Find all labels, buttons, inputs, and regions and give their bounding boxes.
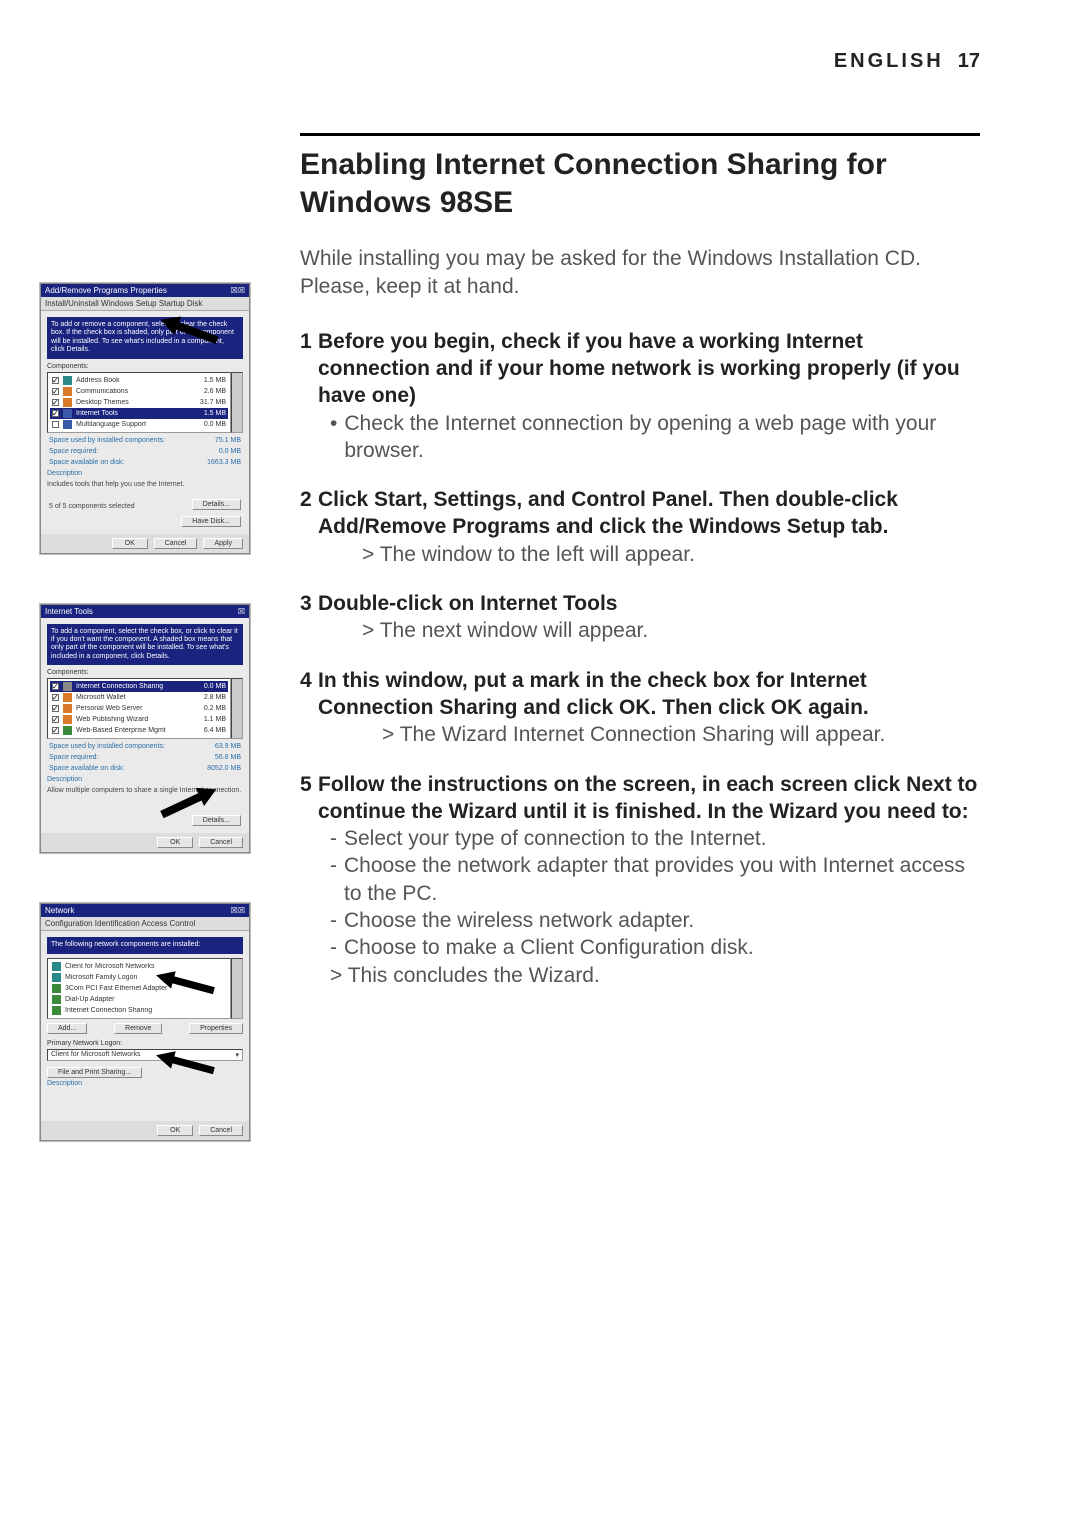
list-item: Multilanguage Support0.0 MB bbox=[50, 419, 228, 430]
step-result: The window to the left will appear. bbox=[300, 541, 980, 568]
step-number: 3 bbox=[300, 590, 318, 617]
components-list: Address Book1.5 MB Communications2.6 MB … bbox=[47, 372, 231, 433]
components-label: Components: bbox=[47, 363, 243, 370]
description-text: Allow multiple computers to share a sing… bbox=[47, 787, 243, 794]
close-icon: ☒ bbox=[238, 607, 245, 616]
close-icon: ☒☒ bbox=[231, 906, 245, 915]
step-4: 4 In this window, put a mark in the chec… bbox=[300, 667, 980, 749]
step-result: The Wizard Internet Connection Sharing w… bbox=[300, 721, 980, 748]
list-item-selected: Internet Connection Sharing0.0 MB bbox=[50, 681, 228, 692]
list-item: Microsoft Wallet2.8 MB bbox=[50, 692, 228, 703]
step-number: 4 bbox=[300, 667, 318, 722]
dialog-titlebar: Add/Remove Programs Properties☒☒ bbox=[41, 284, 249, 297]
step-title: Click Start, Settings, and Control Panel… bbox=[318, 486, 980, 541]
dialog-titlebar: Network☒☒ bbox=[41, 904, 249, 917]
properties-button: Properties bbox=[189, 1023, 243, 1034]
step-3: 3 Double-click on Internet Tools The nex… bbox=[300, 590, 980, 645]
step-bullet: •Check the Internet connection by openin… bbox=[300, 410, 980, 465]
list-item: Address Book1.5 MB bbox=[50, 375, 228, 386]
step-result: The next window will appear. bbox=[300, 617, 980, 644]
scrollbar bbox=[231, 678, 243, 739]
screenshot-column: Add/Remove Programs Properties☒☒ Install… bbox=[40, 133, 270, 1191]
description-label: Description bbox=[47, 1080, 243, 1087]
close-icon: ☒☒ bbox=[231, 286, 245, 295]
list-item: Client for Microsoft Networks bbox=[50, 961, 228, 972]
ok-button: OK bbox=[157, 1125, 193, 1136]
step-result: This concludes the Wizard. bbox=[300, 962, 980, 989]
dialog-tabs: Install/Uninstall Windows Setup Startup … bbox=[41, 297, 249, 311]
list-item: Web-Based Enterprise Mgmt6.4 MB bbox=[50, 725, 228, 736]
step-number: 1 bbox=[300, 328, 318, 410]
apply-button: Apply bbox=[203, 538, 243, 549]
list-item: Dial-Up Adapter bbox=[50, 994, 228, 1005]
cancel-button: Cancel bbox=[199, 1125, 243, 1136]
language-label: ENGLISH bbox=[834, 50, 944, 72]
page-title: Enabling Internet Connection Sharing for… bbox=[300, 146, 980, 221]
title-divider bbox=[300, 133, 980, 136]
ok-button: OK bbox=[157, 837, 193, 848]
step-title: Before you begin, check if you have a wo… bbox=[318, 328, 980, 410]
logon-label: Primary Network Logon: bbox=[47, 1040, 243, 1047]
details-button: Details... bbox=[192, 815, 241, 826]
step-1: 1 Before you begin, check if you have a … bbox=[300, 328, 980, 464]
description-text: Includes tools that help you use the Int… bbox=[47, 481, 243, 488]
thumbnail-network: Network☒☒ Configuration Identification A… bbox=[40, 903, 250, 1140]
list-label: The following network components are ins… bbox=[47, 937, 243, 953]
dialog-instruction: To add a component, select the check box… bbox=[47, 624, 243, 666]
list-item: Web Publishing Wizard1.1 MB bbox=[50, 714, 228, 725]
text-column: Enabling Internet Connection Sharing for… bbox=[300, 133, 980, 1191]
components-list: Internet Connection Sharing0.0 MB Micros… bbox=[47, 678, 231, 739]
ok-button: OK bbox=[112, 538, 148, 549]
step-dash-item: -Choose the wireless network adapter. bbox=[300, 907, 980, 934]
list-item: Internet Connection Sharing bbox=[50, 1005, 228, 1016]
step-dash-item: -Choose the network adapter that provide… bbox=[300, 852, 980, 907]
list-item: Desktop Themes31.7 MB bbox=[50, 397, 228, 408]
list-item-selected: Internet Tools1.5 MB bbox=[50, 408, 228, 419]
remove-button: Remove bbox=[114, 1023, 162, 1034]
scrollbar bbox=[231, 958, 243, 1019]
intro-paragraph: While installing you may be asked for th… bbox=[300, 245, 980, 302]
step-2: 2 Click Start, Settings, and Control Pan… bbox=[300, 486, 980, 568]
scrollbar bbox=[231, 372, 243, 433]
step-title: In this window, put a mark in the check … bbox=[318, 667, 980, 722]
list-item: 3Com PCI Fast Ethernet Adapter bbox=[50, 983, 228, 994]
description-label: Description bbox=[47, 776, 243, 783]
space-stats: Space used by installed components:75.1 … bbox=[47, 437, 243, 466]
network-components-list: Client for Microsoft Networks Microsoft … bbox=[47, 958, 231, 1019]
logon-dropdown: Client for Microsoft Networks▾ bbox=[47, 1049, 243, 1061]
dialog-tabs: Configuration Identification Access Cont… bbox=[41, 917, 249, 931]
thumbnail-internet-tools: Internet Tools☒ To add a component, sele… bbox=[40, 604, 250, 854]
step-5: 5 Follow the instructions on the screen,… bbox=[300, 771, 980, 989]
cancel-button: Cancel bbox=[154, 538, 198, 549]
file-print-sharing-button: File and Print Sharing... bbox=[47, 1067, 142, 1078]
page-number: 17 bbox=[958, 50, 980, 72]
page-header: ENGLISH 17 bbox=[40, 50, 980, 73]
chevron-down-icon: ▾ bbox=[235, 1051, 239, 1059]
thumbnail-add-remove-programs: Add/Remove Programs Properties☒☒ Install… bbox=[40, 283, 250, 554]
step-dash-item: -Select your type of connection to the I… bbox=[300, 825, 980, 852]
step-title: Double-click on Internet Tools bbox=[318, 590, 980, 617]
step-number: 2 bbox=[300, 486, 318, 541]
details-button: Details... bbox=[192, 499, 241, 510]
step-title: Follow the instructions on the screen, i… bbox=[318, 771, 980, 826]
cancel-button: Cancel bbox=[199, 837, 243, 848]
list-item: Communications2.6 MB bbox=[50, 386, 228, 397]
list-item: Personal Web Server0.2 MB bbox=[50, 703, 228, 714]
have-disk-button: Have Disk... bbox=[181, 516, 241, 527]
step-dash-item: -Choose to make a Client Configuration d… bbox=[300, 934, 980, 961]
components-label: Components: bbox=[47, 669, 243, 676]
step-number: 5 bbox=[300, 771, 318, 826]
add-button: Add... bbox=[47, 1023, 87, 1034]
dialog-titlebar: Internet Tools☒ bbox=[41, 605, 249, 618]
count-label: 5 of 5 components selected bbox=[49, 503, 135, 510]
description-label: Description bbox=[47, 470, 243, 477]
space-stats: Space used by installed components:63.9 … bbox=[47, 743, 243, 772]
dialog-instruction: To add or remove a component, select or … bbox=[47, 317, 243, 359]
list-item: Microsoft Family Logon bbox=[50, 972, 228, 983]
